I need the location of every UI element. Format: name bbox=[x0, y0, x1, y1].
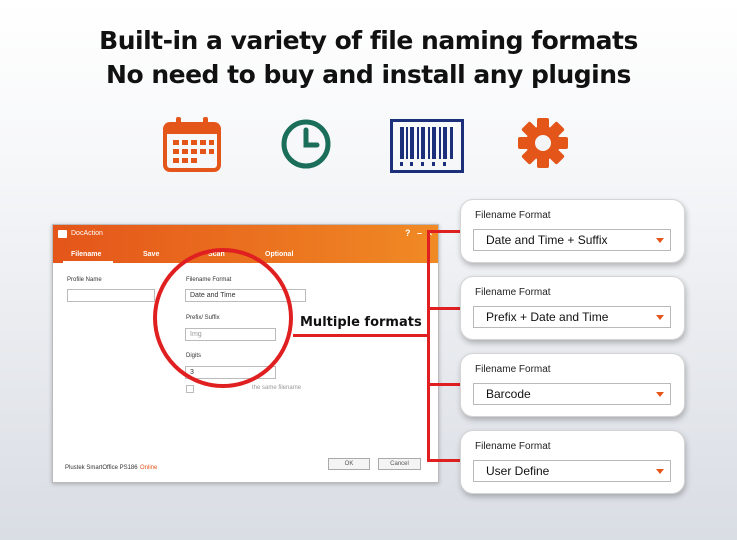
callout-label: Filename Format bbox=[475, 210, 551, 221]
format-value: Barcode bbox=[486, 387, 531, 401]
callout-label: Filename Format bbox=[475, 364, 551, 375]
headline-line-2: No need to buy and install any plugins bbox=[106, 60, 631, 89]
format-value: Prefix + Date and Time bbox=[486, 310, 609, 324]
callout-label: Filename Format bbox=[475, 441, 551, 452]
format-select[interactable]: Barcode bbox=[473, 383, 671, 405]
dropdown-arrow-icon bbox=[656, 469, 664, 474]
overwrite-checkbox[interactable] bbox=[186, 385, 194, 393]
profile-name-input[interactable] bbox=[67, 289, 155, 302]
format-select[interactable]: Prefix + Date and Time bbox=[473, 306, 671, 328]
annotation-label: Multiple formats bbox=[300, 315, 422, 330]
window-title: DocAction bbox=[71, 230, 103, 237]
callout-label: Filename Format bbox=[475, 287, 551, 298]
device-status: Online bbox=[140, 465, 158, 471]
dropdown-arrow-icon bbox=[656, 315, 664, 320]
connector-spine bbox=[427, 230, 430, 461]
cancel-button[interactable]: Cancel bbox=[378, 458, 421, 470]
format-callout: Filename Format Date and Time + Suffix bbox=[460, 199, 685, 263]
app-logo bbox=[58, 230, 67, 238]
profile-name-label: Profile Name bbox=[67, 277, 102, 283]
ok-button[interactable]: OK bbox=[328, 458, 370, 470]
format-callout: Filename Format Barcode bbox=[460, 353, 685, 417]
tab-save[interactable]: Save bbox=[143, 251, 159, 258]
device-name: Plustek SmartOffice PS186 bbox=[65, 465, 138, 471]
format-select[interactable]: User Define bbox=[473, 460, 671, 482]
overwrite-label: the same filename bbox=[252, 385, 302, 391]
dropdown-arrow-icon bbox=[656, 238, 664, 243]
calendar-icon bbox=[163, 117, 221, 172]
minimize-icon[interactable]: – bbox=[417, 228, 422, 238]
tab-filename[interactable]: Filename bbox=[71, 251, 101, 258]
clock-icon bbox=[281, 119, 331, 169]
format-value: Date and Time + Suffix bbox=[486, 233, 608, 247]
format-callout: Filename Format Prefix + Date and Time bbox=[460, 276, 685, 340]
headline-line-1: Built-in a variety of file naming format… bbox=[99, 26, 638, 55]
tab-optional[interactable]: Optional bbox=[265, 251, 293, 258]
active-tab-indicator bbox=[63, 261, 113, 263]
connector-line bbox=[293, 334, 429, 337]
highlight-circle bbox=[153, 248, 293, 388]
format-callout: Filename Format User Define bbox=[460, 430, 685, 494]
help-button[interactable]: ? bbox=[405, 228, 411, 238]
barcode-icon bbox=[390, 119, 464, 173]
dropdown-arrow-icon bbox=[656, 392, 664, 397]
format-value: User Define bbox=[486, 464, 550, 478]
gear-icon bbox=[518, 118, 568, 168]
format-select[interactable]: Date and Time + Suffix bbox=[473, 229, 671, 251]
